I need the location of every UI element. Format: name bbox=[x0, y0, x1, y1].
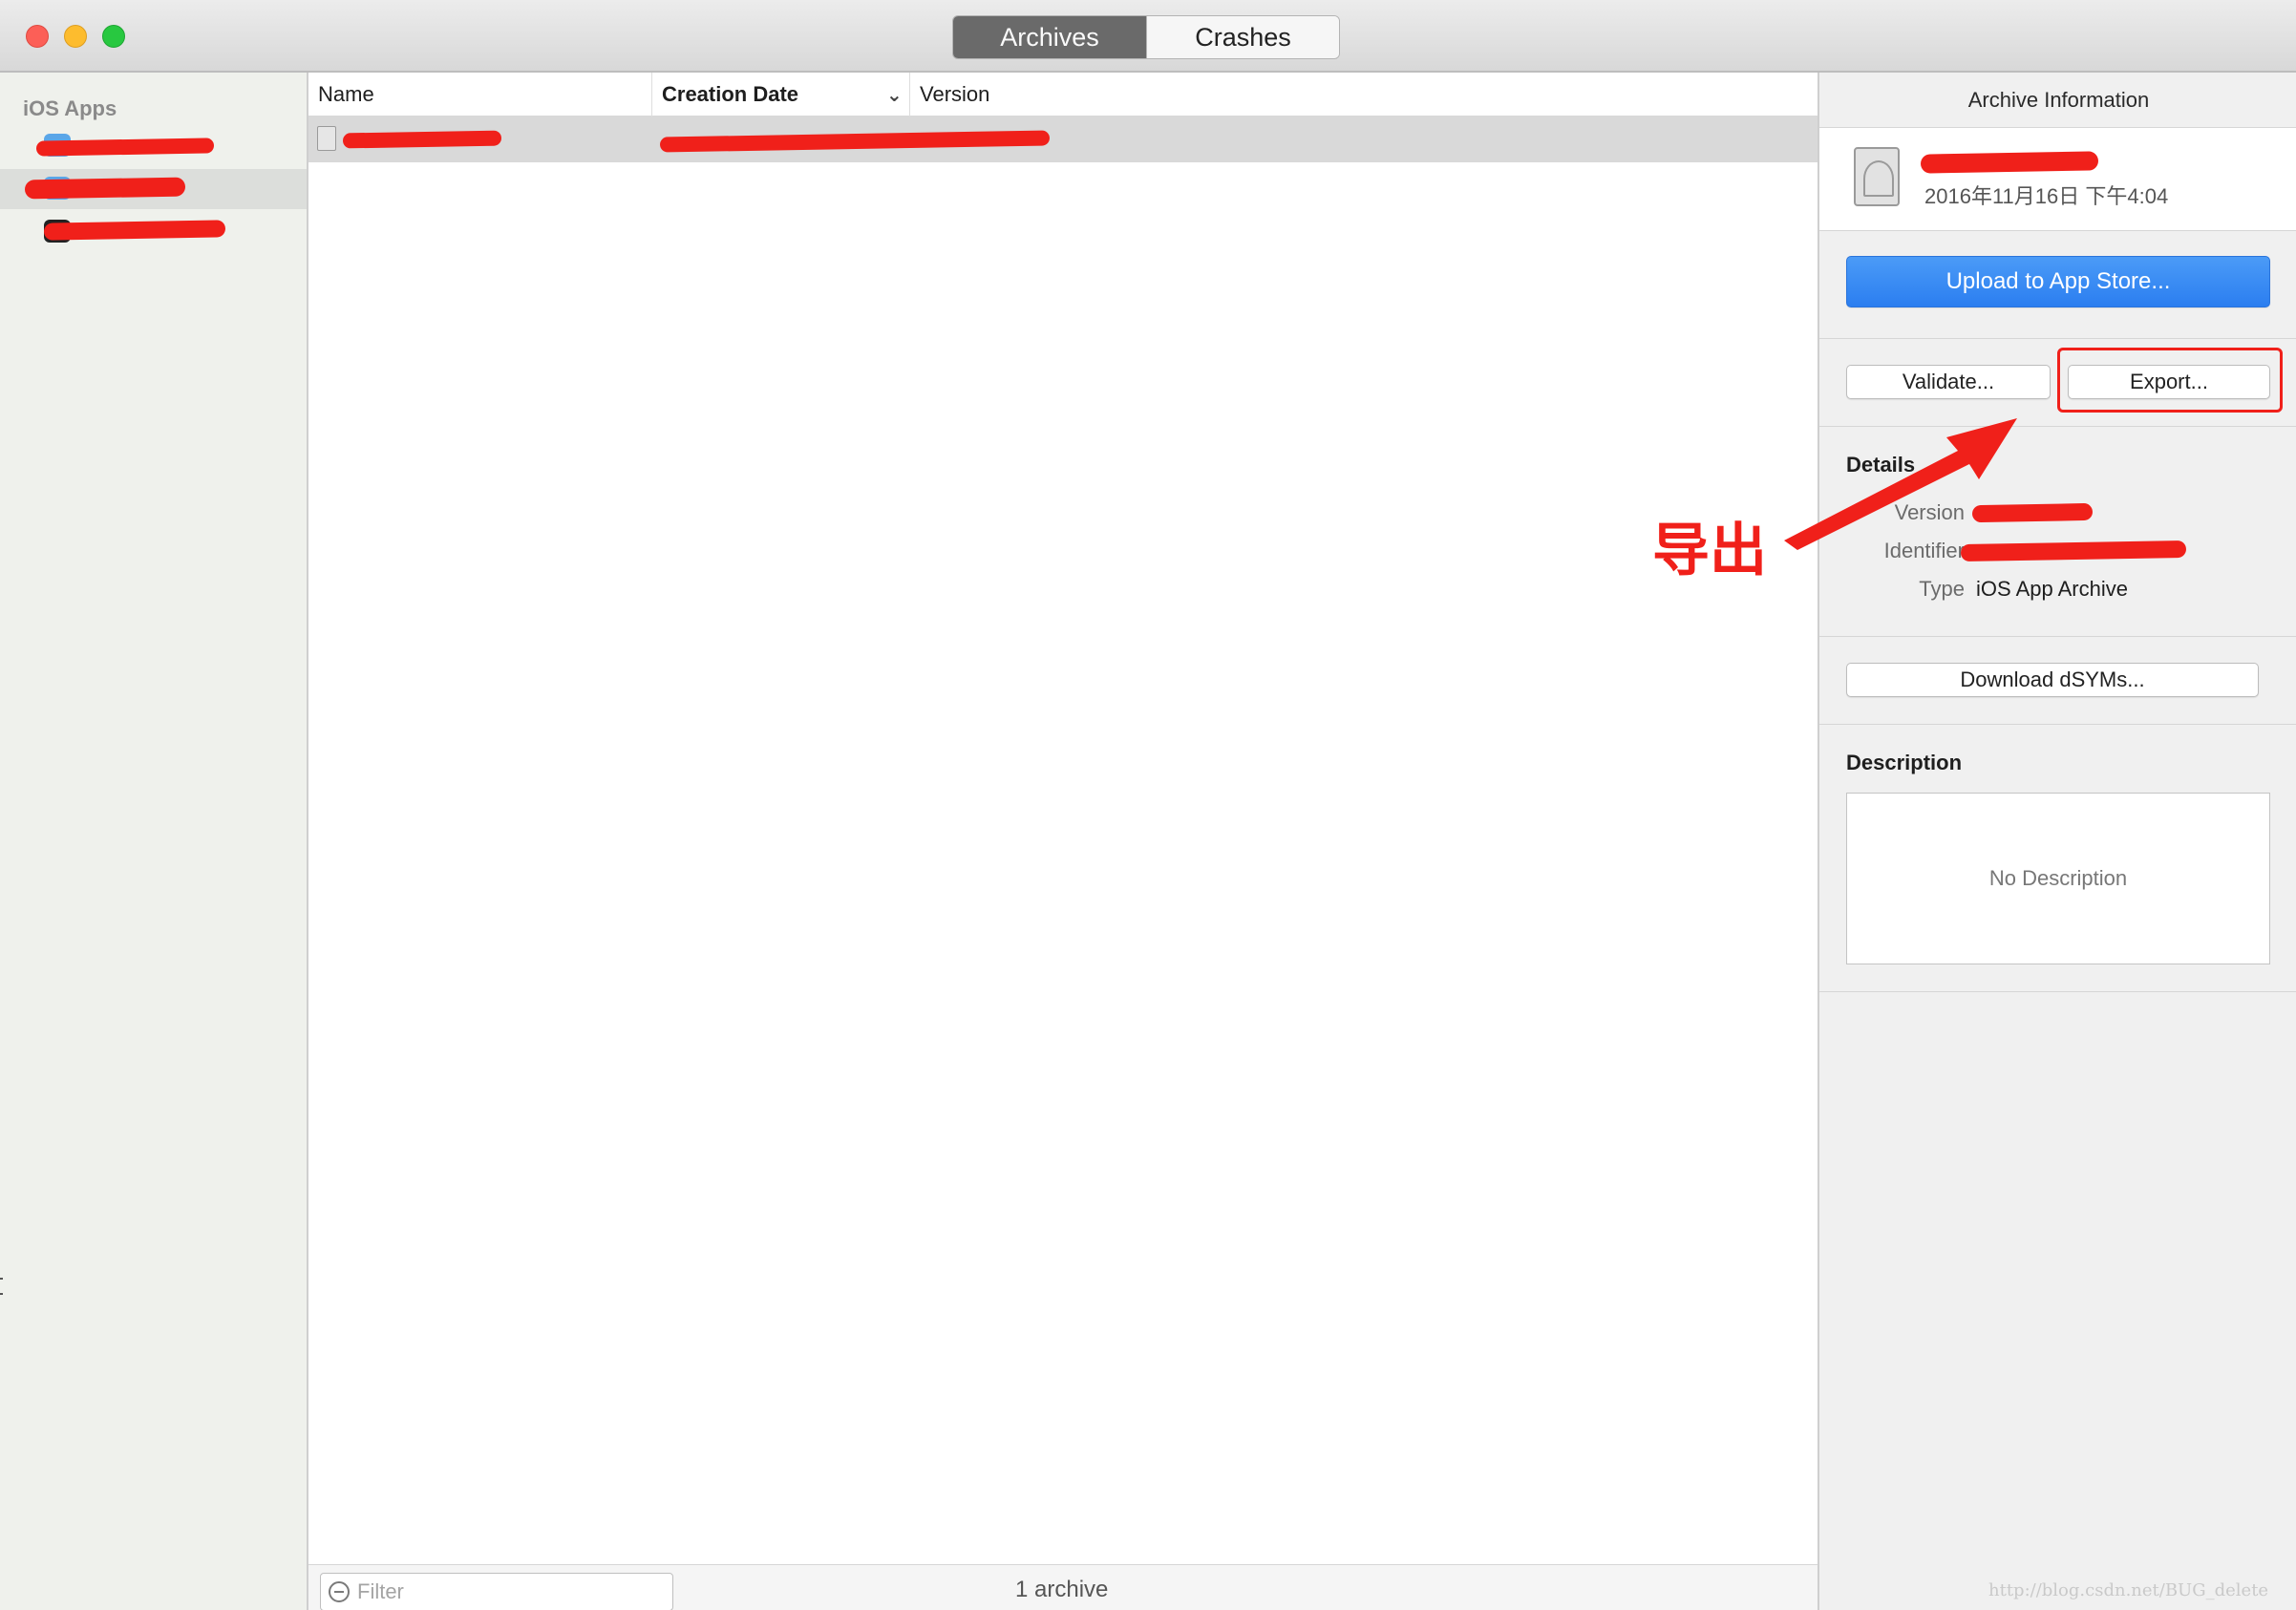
archive-summary: 2016年11月16日 下午4:04 bbox=[1819, 128, 2296, 231]
inspector-title: Archive Information bbox=[1819, 73, 2296, 128]
organizer-segmented-control: Archives Crashes bbox=[952, 15, 1340, 59]
sidebar-item-app-1[interactable] bbox=[0, 126, 307, 166]
redaction-mark bbox=[659, 130, 1051, 153]
column-header-version[interactable]: Version bbox=[910, 73, 1197, 117]
download-dsyms-button[interactable]: Download dSYMs... bbox=[1846, 663, 2259, 697]
upload-to-app-store-button[interactable]: Upload to App Store... bbox=[1846, 256, 2270, 307]
redaction-mark bbox=[342, 130, 502, 149]
sidebar-heading: iOS Apps bbox=[23, 96, 117, 120]
divider bbox=[1819, 991, 2296, 992]
description-title: Description bbox=[1846, 751, 1963, 774]
redaction-mark bbox=[24, 177, 186, 200]
watermark: http://blog.csdn.net/BUG_delete bbox=[1988, 1580, 2269, 1600]
redaction-mark bbox=[43, 220, 226, 241]
detail-value-type: iOS App Archive bbox=[1976, 577, 2128, 601]
archive-list: Name Creation Date ⌄ Version 1 archive bbox=[308, 73, 1818, 1610]
resize-tick bbox=[0, 1293, 3, 1295]
tab-archives[interactable]: Archives bbox=[953, 16, 1146, 58]
divider bbox=[1819, 338, 2296, 339]
table-row[interactable] bbox=[308, 117, 1818, 162]
close-window-button[interactable] bbox=[26, 25, 49, 48]
tab-crashes[interactable]: Crashes bbox=[1146, 16, 1339, 58]
minimize-window-button[interactable] bbox=[64, 25, 87, 48]
column-header-creation-date-label: Creation Date bbox=[662, 82, 799, 106]
export-highlight-frame bbox=[2057, 348, 2283, 413]
divider bbox=[1819, 636, 2296, 637]
zoom-window-button[interactable] bbox=[102, 25, 125, 48]
column-header-creation-date[interactable]: Creation Date ⌄ bbox=[652, 73, 910, 117]
sidebar-item-app-3[interactable] bbox=[0, 212, 307, 252]
description-field[interactable]: No Description bbox=[1846, 793, 2270, 964]
column-header-name[interactable]: Name bbox=[308, 73, 652, 117]
annotation-arrow-icon bbox=[1784, 418, 2017, 550]
archive-date: 2016年11月16日 下午4:04 bbox=[1924, 184, 2169, 208]
archive-inspector: Archive Information 2016年11月16日 下午4:04 U… bbox=[1818, 73, 2296, 1610]
window-titlebar: Archives Crashes bbox=[0, 0, 2296, 73]
redaction-mark bbox=[35, 138, 215, 157]
filter-field[interactable] bbox=[320, 1573, 673, 1610]
redaction-mark bbox=[1920, 151, 2099, 174]
sidebar: iOS Apps bbox=[0, 73, 308, 1610]
chevron-down-icon: ⌄ bbox=[886, 85, 903, 106]
divider bbox=[1819, 724, 2296, 725]
filter-icon bbox=[329, 1581, 350, 1602]
list-header: Name Creation Date ⌄ Version bbox=[308, 73, 1818, 117]
filter-input[interactable] bbox=[357, 1578, 663, 1606]
sidebar-item-app-2[interactable] bbox=[0, 169, 307, 209]
archive-count: 1 archive bbox=[1015, 1577, 1109, 1602]
annotation-label: 导出 bbox=[1651, 518, 1769, 584]
archive-document-icon bbox=[1854, 147, 1900, 206]
list-footer: 1 archive bbox=[308, 1564, 1818, 1610]
archive-icon bbox=[317, 126, 336, 151]
resize-tick bbox=[0, 1278, 3, 1280]
validate-button[interactable]: Validate... bbox=[1846, 365, 2051, 399]
